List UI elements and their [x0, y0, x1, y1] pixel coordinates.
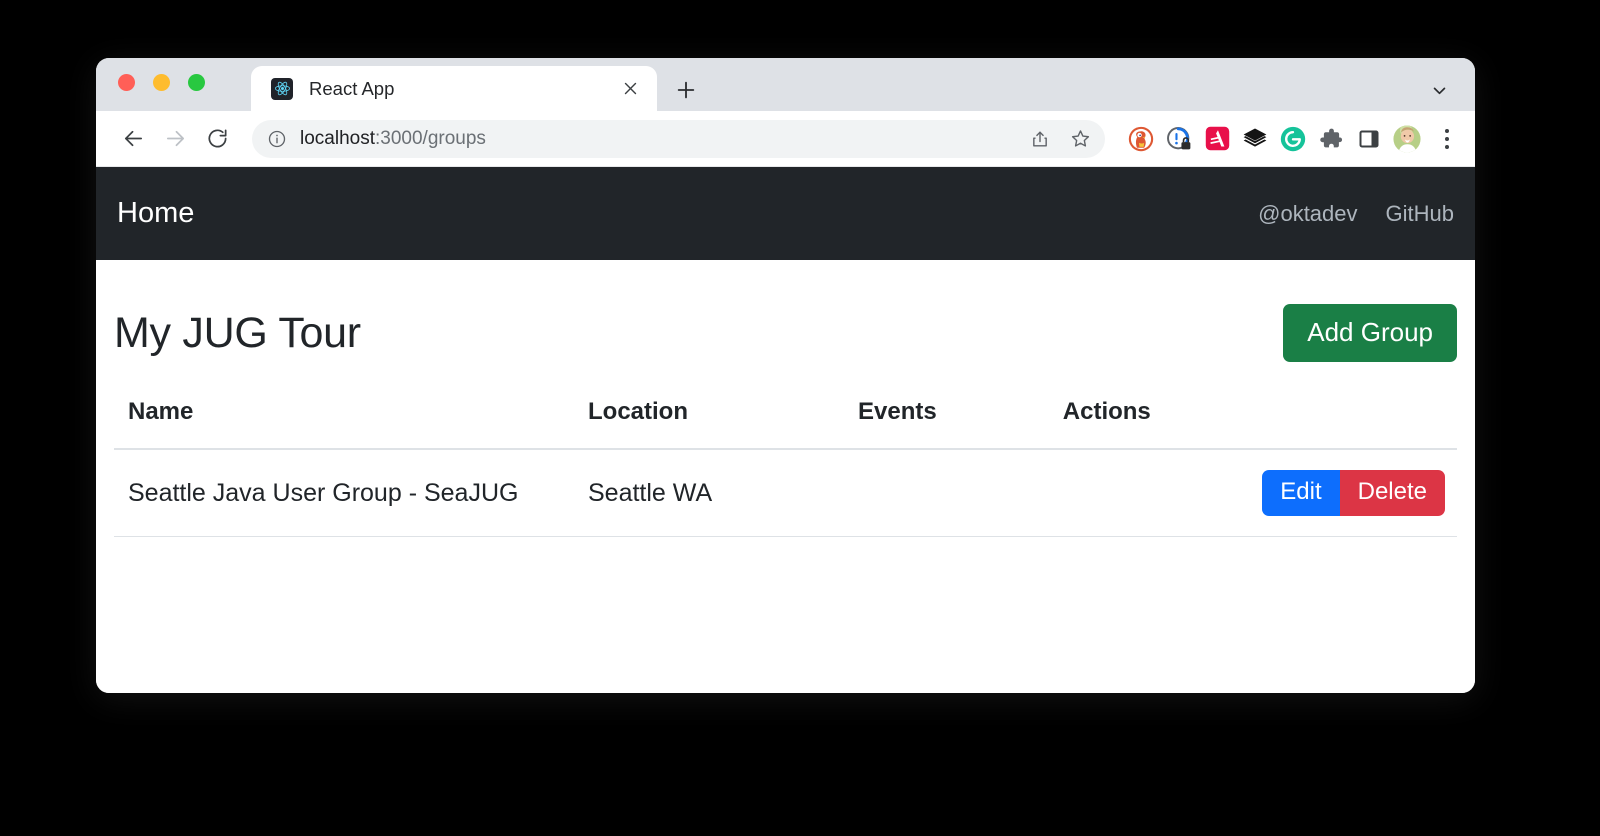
puzzle-extensions-icon[interactable]: [1317, 125, 1345, 153]
extensions-area: [1119, 122, 1461, 156]
reload-icon[interactable]: [198, 120, 236, 158]
chevron-down-icon[interactable]: [1427, 78, 1451, 102]
navbar-links: @oktadev GitHub: [1258, 201, 1454, 227]
navbar-brand-home[interactable]: Home: [117, 197, 194, 230]
close-icon[interactable]: [617, 76, 643, 102]
three-dots-vertical-icon[interactable]: [1433, 122, 1461, 156]
cell-group-actions: Edit Delete: [1049, 449, 1457, 537]
edit-button[interactable]: Edit: [1262, 470, 1339, 516]
profile-avatar[interactable]: [1393, 125, 1421, 153]
browser-window: React App: [96, 58, 1475, 693]
zoom-window-button[interactable]: [188, 74, 205, 91]
info-circle-icon[interactable]: [266, 128, 288, 150]
groups-table: Name Location Events Actions Seattle Jav…: [114, 398, 1457, 537]
share-icon[interactable]: [1023, 122, 1057, 156]
browser-toolbar: localhost:3000/groups: [96, 111, 1475, 167]
url-path: :3000/groups: [375, 128, 486, 149]
new-tab-button[interactable]: [671, 75, 701, 105]
tab-strip: React App: [96, 58, 1475, 111]
affinity-a-icon[interactable]: [1203, 125, 1231, 153]
column-header-events: Events: [844, 398, 1049, 449]
column-header-location: Location: [574, 398, 844, 449]
address-bar[interactable]: localhost:3000/groups: [252, 120, 1105, 158]
close-window-button[interactable]: [118, 74, 135, 91]
table-header-row: Name Location Events Actions: [114, 398, 1457, 449]
column-header-name: Name: [114, 398, 574, 449]
page-title: My JUG Tour: [114, 309, 361, 358]
page-viewport: Home @oktadev GitHub My JUG Tour Add Gro…: [96, 167, 1475, 693]
navbar-link-oktadev[interactable]: @oktadev: [1258, 201, 1357, 227]
side-panel-icon[interactable]: [1355, 125, 1383, 153]
minimize-window-button[interactable]: [153, 74, 170, 91]
cell-group-name: Seattle Java User Group - SeaJUG: [114, 449, 574, 537]
page-header: My JUG Tour Add Group: [114, 294, 1457, 372]
page-body: My JUG Tour Add Group Name Location Even…: [96, 260, 1475, 537]
browser-tab-react-app[interactable]: React App: [251, 66, 657, 111]
add-group-button[interactable]: Add Group: [1283, 304, 1457, 362]
url-text: localhost:3000/groups: [300, 128, 1023, 150]
url-host: localhost: [300, 128, 375, 149]
cell-group-events: [844, 449, 1049, 537]
react-logo-icon: [271, 78, 293, 100]
star-icon[interactable]: [1063, 122, 1097, 156]
navbar-link-github[interactable]: GitHub: [1386, 201, 1454, 227]
table-body: Seattle Java User Group - SeaJUG Seattle…: [114, 449, 1457, 537]
delete-button[interactable]: Delete: [1340, 470, 1445, 516]
window-controls: [118, 74, 205, 91]
layers-icon[interactable]: [1241, 125, 1269, 153]
duckduckgo-icon[interactable]: [1127, 125, 1155, 153]
table-row: Seattle Java User Group - SeaJUG Seattle…: [114, 449, 1457, 537]
tab-title: React App: [309, 78, 617, 100]
app-navbar: Home @oktadev GitHub: [96, 167, 1475, 260]
arrow-right-icon[interactable]: [156, 120, 194, 158]
grammarly-icon[interactable]: [1279, 125, 1307, 153]
column-header-actions: Actions: [1049, 398, 1457, 449]
omnibox-actions: [1023, 122, 1097, 156]
cell-group-location: Seattle WA: [574, 449, 844, 537]
row-action-button-group: Edit Delete: [1262, 470, 1445, 516]
arrow-left-icon[interactable]: [114, 120, 152, 158]
table-head: Name Location Events Actions: [114, 398, 1457, 449]
privacy-lock-icon[interactable]: [1165, 125, 1193, 153]
